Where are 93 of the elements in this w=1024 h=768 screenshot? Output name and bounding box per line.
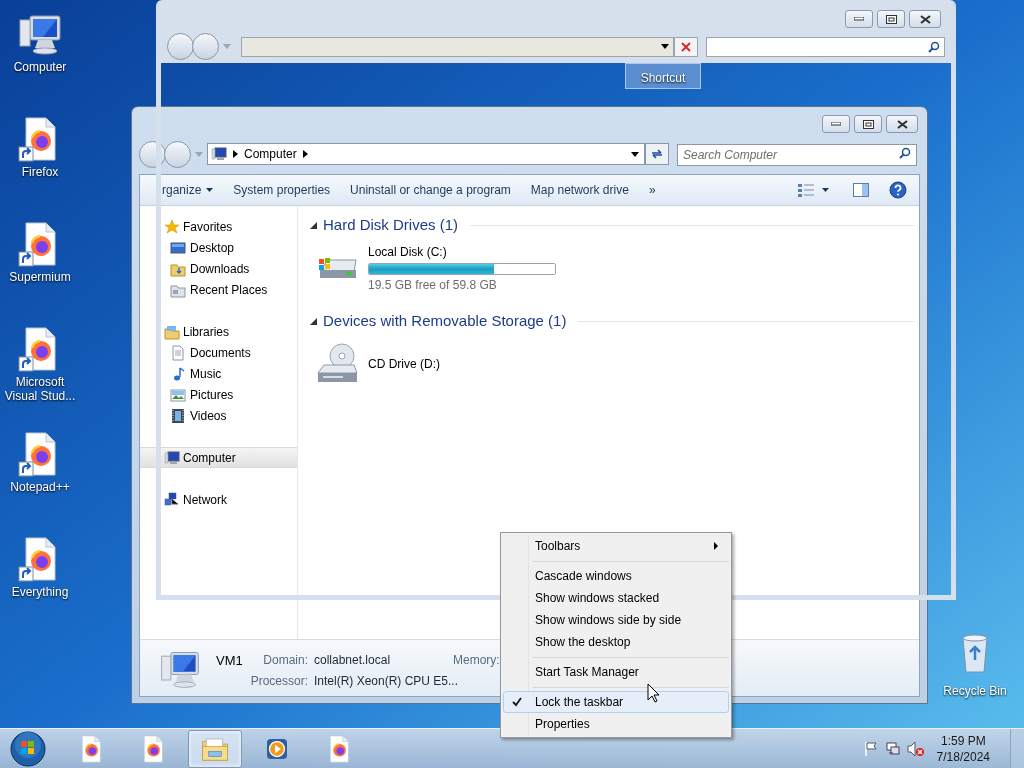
maximize-icon	[862, 119, 874, 129]
toolbar-button[interactable]: System properties	[227, 178, 337, 202]
start-button-icon[interactable]	[8, 728, 48, 768]
nav-item[interactable]: Computer	[140, 447, 297, 468]
chevron-right-icon[interactable]	[302, 150, 308, 158]
icon-label[interactable]: Firefox	[0, 165, 82, 179]
network-icon[interactable]	[884, 740, 901, 757]
nav-item[interactable]: Recent Places	[140, 279, 297, 300]
field-label: Domain:	[262, 652, 308, 669]
close-icon	[896, 119, 908, 129]
menu-item[interactable]: Properties	[503, 713, 729, 735]
list-view-icon	[798, 183, 814, 197]
mouse-pointer-icon	[647, 683, 660, 703]
close-icon	[680, 41, 691, 52]
film-icon	[170, 407, 186, 424]
group-header[interactable]: Devices with Removable Storage (1)	[323, 309, 567, 333]
desktop-icon	[170, 239, 186, 256]
preview-pane-icon[interactable]	[853, 183, 869, 197]
menu-item[interactable]: Toolbars	[503, 535, 729, 557]
search-icon[interactable]	[899, 147, 911, 159]
views-button[interactable]	[798, 183, 829, 197]
refresh-button[interactable]	[645, 143, 669, 165]
search-field[interactable]	[705, 36, 945, 57]
menu-item[interactable]: Show windows stacked	[503, 587, 729, 609]
taskbar-button[interactable]	[188, 729, 242, 768]
dropdown-arrow-icon	[822, 188, 829, 192]
toolbar-button[interactable]: »	[642, 178, 662, 202]
group-header[interactable]: Hard Disk Drives (1)	[323, 213, 458, 237]
nav-item[interactable]: Downloads	[140, 258, 297, 279]
refresh-arrows-icon	[650, 148, 664, 160]
menu-item[interactable]: Show windows side by side	[503, 609, 729, 631]
drive-label[interactable]: Local Disk (C:)	[368, 242, 556, 261]
flag-icon[interactable]	[862, 740, 879, 757]
free-space-text: 19.5 GB free of 59.8 GB	[368, 276, 498, 294]
field-value: collabnet.local	[314, 652, 392, 669]
maximize-button[interactable]	[877, 10, 905, 28]
menu-item[interactable]: Cascade windows	[503, 565, 729, 587]
field-value: Intel(R) Xeon(R) CPU E5...	[314, 673, 460, 690]
star-icon	[164, 218, 180, 235]
document-icon	[170, 344, 186, 361]
nav-item[interactable]: Favorites	[140, 216, 297, 237]
field-label: Memory:	[453, 652, 500, 669]
computer-icon	[211, 146, 227, 162]
nav-item[interactable]: Music	[140, 363, 297, 384]
drive-label[interactable]: CD Drive (D:)	[368, 355, 440, 373]
icon-label[interactable]: Microsoft Visual Stud...	[0, 375, 82, 403]
search-icon[interactable]	[928, 40, 940, 53]
toolbar-button[interactable]: Map network drive	[524, 178, 635, 202]
clock-time: 1:59 PM	[940, 732, 986, 749]
nav-item[interactable]: Desktop	[140, 237, 297, 258]
minimize-icon	[854, 17, 864, 21]
picture-icon	[170, 386, 186, 403]
nav-item[interactable]: Documents	[140, 342, 297, 363]
nav-item[interactable]: Network	[140, 489, 297, 510]
nav-item[interactable]: Pictures	[140, 384, 297, 405]
icon-label[interactable]: Computer	[0, 60, 82, 74]
menu-item[interactable]: Show the desktop	[503, 631, 729, 653]
collapse-triangle-icon[interactable]	[310, 221, 317, 229]
icon-label[interactable]: Supermium	[0, 270, 82, 284]
address-field[interactable]	[240, 36, 674, 57]
toolbar-button[interactable]: rganize	[156, 178, 220, 202]
maximize-icon	[885, 14, 897, 24]
library-icon	[164, 323, 180, 340]
minimize-icon	[831, 122, 841, 126]
field-label: Processor:	[249, 673, 308, 690]
computer-name: VM1	[216, 652, 244, 670]
clock[interactable]: 1:59 PM 7/18/2024	[936, 732, 990, 765]
speaker-icon[interactable]	[906, 740, 925, 757]
menu-item[interactable]: Lock the taskbar	[503, 691, 729, 713]
help-icon[interactable]	[889, 181, 907, 199]
dropdown-arrow-icon[interactable]	[660, 44, 669, 49]
menu-item[interactable]: Start Task Manager	[503, 661, 729, 683]
clock-date: 7/18/2024	[936, 748, 990, 765]
nav-item[interactable]: Videos	[140, 405, 297, 426]
close-button[interactable]	[909, 10, 941, 28]
close-icon	[919, 14, 931, 24]
search-field[interactable]: Search Computer	[677, 144, 917, 166]
close-button[interactable]	[886, 115, 918, 133]
icon-label[interactable]: Everything	[0, 585, 82, 599]
address-bar[interactable]: Computer	[207, 143, 645, 165]
network-icon	[164, 491, 180, 508]
maximize-button[interactable]	[854, 115, 882, 133]
nav-item[interactable]: Libraries	[140, 321, 297, 342]
computer-icon	[164, 449, 180, 466]
submenu-arrow-icon	[714, 542, 718, 550]
stop-button[interactable]	[673, 36, 698, 57]
dropdown-arrow-icon[interactable]	[631, 151, 639, 157]
collapse-triangle-icon[interactable]	[310, 317, 317, 325]
toolbar-button[interactable]: Uninstall or change a program	[344, 178, 517, 202]
breadcrumb-link[interactable]: Computer	[244, 145, 297, 163]
icon-label[interactable]: Notepad++	[0, 480, 82, 494]
dropdown-arrow-icon	[206, 188, 214, 192]
chevron-right-icon[interactable]	[233, 150, 238, 158]
